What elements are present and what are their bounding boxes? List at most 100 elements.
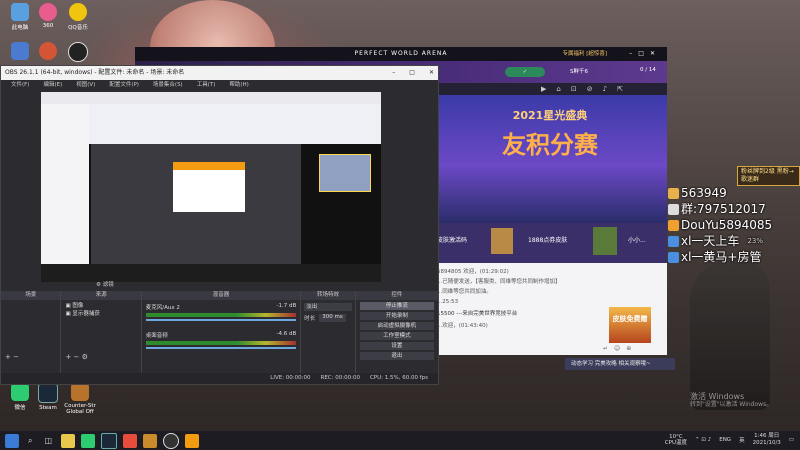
menu-edit[interactable]: 编辑(E) <box>43 80 62 90</box>
scenes-panel: 场景 + − <box>1 291 62 373</box>
gamepad-icon[interactable]: ⊡ <box>571 85 577 93</box>
arena-toolbar: ▶ ⌂ ⊡ ⊘ ♪ ⇱ <box>433 83 667 95</box>
studio-mode-button[interactable]: 工作室模式 <box>359 332 434 340</box>
obs-title-bar: OBS 26.1.1 (64-bit, windows) - 配置文件: 未命名… <box>1 66 438 80</box>
scene-add-button[interactable]: + − <box>5 353 19 361</box>
transition-select[interactable]: 淡出 <box>304 303 352 311</box>
clock[interactable]: 1:46 周日 2021/10/3 <box>753 433 781 447</box>
window-controls[interactable]: –□✕ <box>629 47 661 61</box>
duration-input[interactable]: 300 ms <box>319 314 346 322</box>
obs-menu-bar: 文件(F) 编辑(E) 视图(V) 配置文件(P) 场景集合(S) 工具(T) … <box>1 80 438 90</box>
live-timer: LIVE: 00:00:00 <box>270 375 311 381</box>
menu-profile[interactable]: 配置文件(P) <box>109 80 139 90</box>
system-tray: 10°C CPU温度 ⌃ ⊡ ♪ ENG 英 1:46 周日 2021/10/3 ▭ <box>665 433 794 447</box>
chat-message: ...已随便发送，【客服类、同维等您共同制作增加】 <box>437 279 561 285</box>
wechat-icon[interactable] <box>81 433 96 448</box>
source-item[interactable]: ▣ 显示器捕获 <box>65 310 136 318</box>
menu-help[interactable]: 帮助(H) <box>229 80 248 90</box>
steam-icon <box>38 383 58 403</box>
obs-preview-canvas[interactable] <box>41 92 381 282</box>
link-icon[interactable]: ⊘ <box>587 85 593 93</box>
chat-panel[interactable]: 5894805 欢迎，(01:29:02) ...已随便发送，【客服类、同维等您… <box>433 263 667 355</box>
tray-icons[interactable]: ⌃ ⊡ ♪ <box>695 437 711 443</box>
sources-panel: 来源 ▣ 图像 ▣ 显示器捕获 + − ⚙ <box>61 291 142 373</box>
preview-taskbar <box>41 264 381 282</box>
event-banner[interactable]: 2021星光盛典 友积分赛 <box>433 95 667 223</box>
menu-tools[interactable]: 工具(T) <box>197 80 216 90</box>
desktop-icon-obs[interactable] <box>58 42 98 64</box>
overlay-line: 群:797512017 <box>668 201 772 217</box>
start-recording-button[interactable]: 开始录制 <box>359 312 434 320</box>
search-icon[interactable]: ⌕ <box>28 436 32 446</box>
volume-meter <box>145 341 297 345</box>
obs-icon[interactable] <box>163 432 180 449</box>
app-icon[interactable] <box>123 433 138 448</box>
arena-title-bar: PERFECT WORLD ARENA 专属福利 [超惊喜] –□✕ <box>135 47 667 61</box>
close-icon: ✕ <box>428 69 434 76</box>
computer-icon <box>11 3 29 21</box>
notification-icon[interactable]: ▭ <box>789 437 794 443</box>
wechat-icon <box>11 383 29 401</box>
qq-music-icon <box>69 3 87 21</box>
gift-item[interactable]: 皮肤激活码 <box>437 235 467 244</box>
filter-button[interactable]: ⚙ 滤镜 <box>96 280 114 288</box>
maximize-icon: □ <box>409 69 415 76</box>
arena-promo-badge[interactable]: 专属福利 [超惊喜] <box>562 47 607 61</box>
fan-badge: 粉丝牌到2级 黑粉→歌迷群 <box>737 166 800 186</box>
csgo-icon[interactable] <box>143 433 158 448</box>
mixer-track: 麦克风/Aux 2 -1.7 dB <box>145 303 297 311</box>
app-icon <box>11 42 29 60</box>
user-icon <box>668 235 679 247</box>
csgo-icon <box>71 383 89 401</box>
app-icon <box>39 42 57 60</box>
obs-dock: 场景 + − 来源 ▣ 图像 ▣ 显示器捕获 + − ⚙ 混音器 麦克风/Aux… <box>1 291 438 373</box>
banner-title: 友积分赛 <box>502 131 598 159</box>
360-icon <box>39 3 57 21</box>
file-explorer-icon[interactable] <box>61 433 76 448</box>
steam-icon[interactable] <box>101 432 118 449</box>
menu-view[interactable]: 视图(V) <box>76 80 95 90</box>
task-view-icon[interactable]: ◫ <box>44 436 52 445</box>
home-icon[interactable]: ⌂ <box>556 85 560 93</box>
skin-promo-badge[interactable]: 皮肤免费赠 <box>609 307 651 343</box>
arena-icon[interactable] <box>185 433 200 448</box>
promo-notification[interactable]: 动态学习 完美攻略 相关观察哦~ <box>565 358 675 370</box>
chat-actions[interactable]: ↵☺⊕ <box>603 345 637 352</box>
overlay-line: xl一黄马+房管 <box>668 249 772 265</box>
minimize-icon: – <box>392 69 396 76</box>
window-controls[interactable]: – □ ✕ <box>392 66 434 80</box>
source-add-button[interactable]: + − ⚙ <box>65 353 87 361</box>
stream-overlay: 563949 群:797512017 DouYu5894085 xl一天上车 23… <box>668 185 772 265</box>
gift-row: 皮肤激活码 1888点券皮肤 小小... <box>433 223 667 263</box>
user-icon <box>668 251 679 263</box>
source-item[interactable]: ▣ 图像 <box>65 302 136 310</box>
mixer-track: 桌面音频 -4.6 dB <box>145 331 297 339</box>
windows-start-icon[interactable] <box>5 433 19 448</box>
menu-scene-collection[interactable]: 场景集合(S) <box>153 80 183 90</box>
exit-button[interactable]: 退出 <box>359 352 434 360</box>
bell-icon[interactable]: ♪ <box>603 85 607 93</box>
settings-button[interactable]: 设置 <box>359 342 434 350</box>
menu-file[interactable]: 文件(F) <box>11 80 29 90</box>
obs-window[interactable]: OBS 26.1.1 (64-bit, windows) - 配置文件: 未命名… <box>0 65 439 385</box>
play-icon[interactable]: ▶ <box>541 85 546 93</box>
expand-icon[interactable]: ⇱ <box>617 85 623 93</box>
stop-streaming-button[interactable]: 停止推流 <box>359 302 434 310</box>
volume-slider[interactable] <box>145 347 297 349</box>
desktop-icon-csgo[interactable]: Counter-Str Global Off <box>58 383 102 415</box>
online-counter: 0 / 14 <box>640 67 656 73</box>
ime-indicator[interactable]: 英 <box>739 436 745 444</box>
virtual-camera-button[interactable]: 启动虚拟摄像机 <box>359 322 434 330</box>
gift-item[interactable]: 小小... <box>628 235 646 244</box>
cpu-fps: CPU: 1.5%, 60.00 fps <box>369 375 428 381</box>
gift-thumbnail <box>593 227 617 255</box>
status-pill[interactable]: ✓ <box>505 67 545 77</box>
language-indicator[interactable]: ENG <box>719 437 731 443</box>
desktop-icon-qq-music[interactable]: QQ音乐 <box>58 3 98 31</box>
weather-widget[interactable]: 10°C CPU温度 <box>665 434 687 446</box>
rec-timer: REC: 00:00:00 <box>320 375 360 381</box>
gift-item[interactable]: 1888点券皮肤 <box>528 235 567 244</box>
fan-icon <box>668 187 679 199</box>
volume-slider[interactable] <box>145 319 297 321</box>
user-tag[interactable]: S鲜千6 <box>570 67 588 75</box>
